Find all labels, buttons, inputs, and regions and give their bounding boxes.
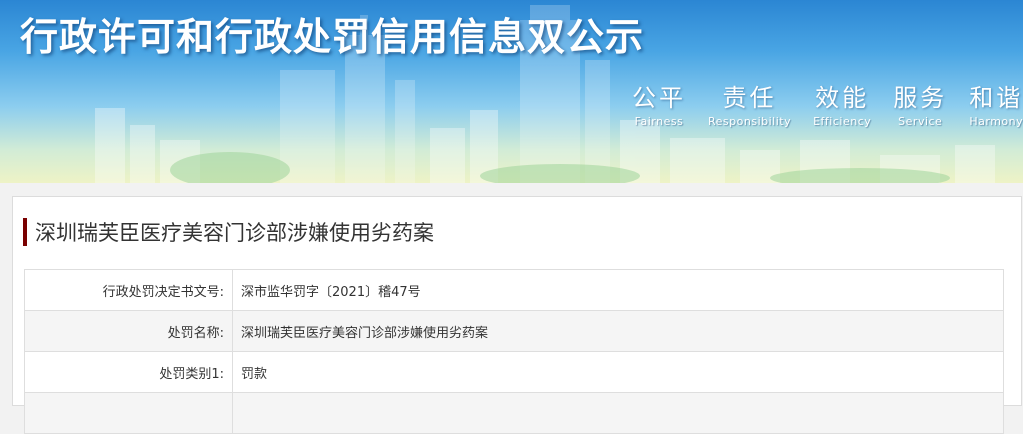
field-label-decision-number: 行政处罚决定书文号:: [24, 269, 233, 311]
table-row: 处罚名称: 深圳瑞芙臣医疗美容门诊部涉嫌使用劣药案: [24, 310, 1004, 352]
slogan-harmony: 和谐 Harmony: [969, 78, 1023, 128]
field-value-penalty-name: 深圳瑞芙臣医疗美容门诊部涉嫌使用劣药案: [232, 310, 1004, 352]
field-value-penalty-type: 罚款: [232, 351, 1004, 393]
case-title: 深圳瑞芙臣医疗美容门诊部涉嫌使用劣药案: [35, 221, 434, 245]
slogan-cn: 服务: [893, 84, 948, 112]
field-label-next: [24, 392, 233, 434]
slogan-list: 公平 Fairness 责任 Responsibility 效能 Efficie…: [632, 78, 1023, 128]
site-title: 行政许可和行政处罚信用信息双公示: [20, 15, 645, 59]
slogan-service: 服务 Service: [893, 78, 947, 128]
slogan-cn: 和谐: [969, 84, 1023, 112]
field-value-decision-number: 深市监华罚字〔2021〕稽47号: [232, 269, 1004, 311]
case-detail-panel: 深圳瑞芙臣医疗美容门诊部涉嫌使用劣药案 行政处罚决定书文号: 深市监华罚字〔20…: [12, 196, 1022, 434]
case-title-block: 深圳瑞芙臣医疗美容门诊部涉嫌使用劣药案: [23, 217, 434, 247]
field-value-next: [232, 392, 1004, 434]
field-label-penalty-name: 处罚名称:: [24, 310, 233, 352]
slogan-cn: 公平: [632, 84, 686, 112]
slogan-en: Responsibility: [708, 115, 792, 128]
slogan-cn: 责任: [722, 84, 777, 112]
slogan-en: Service: [898, 115, 943, 128]
table-row: 处罚类别1: 罚款: [24, 351, 1004, 393]
slogan-en: Fairness: [634, 115, 684, 128]
slogan-efficiency: 效能 Efficiency: [813, 78, 871, 128]
table-row: 行政处罚决定书文号: 深市监华罚字〔2021〕稽47号: [24, 269, 1004, 311]
field-label-penalty-type: 处罚类别1:: [24, 351, 233, 393]
title-marker: [23, 218, 27, 246]
slogan-en: Harmony: [969, 115, 1023, 128]
slogan-responsibility: 责任 Responsibility: [708, 78, 791, 128]
case-info-table: 行政处罚决定书文号: 深市监华罚字〔2021〕稽47号 处罚名称: 深圳瑞芙臣医…: [24, 269, 1004, 434]
header-banner: 行政许可和行政处罚信用信息双公示 公平 Fairness 责任 Responsi…: [0, 0, 1023, 183]
slogan-en: Efficiency: [813, 115, 872, 128]
table-row: [24, 392, 1004, 434]
slogan-fairness: 公平 Fairness: [632, 78, 686, 128]
slogan-cn: 效能: [815, 84, 870, 112]
